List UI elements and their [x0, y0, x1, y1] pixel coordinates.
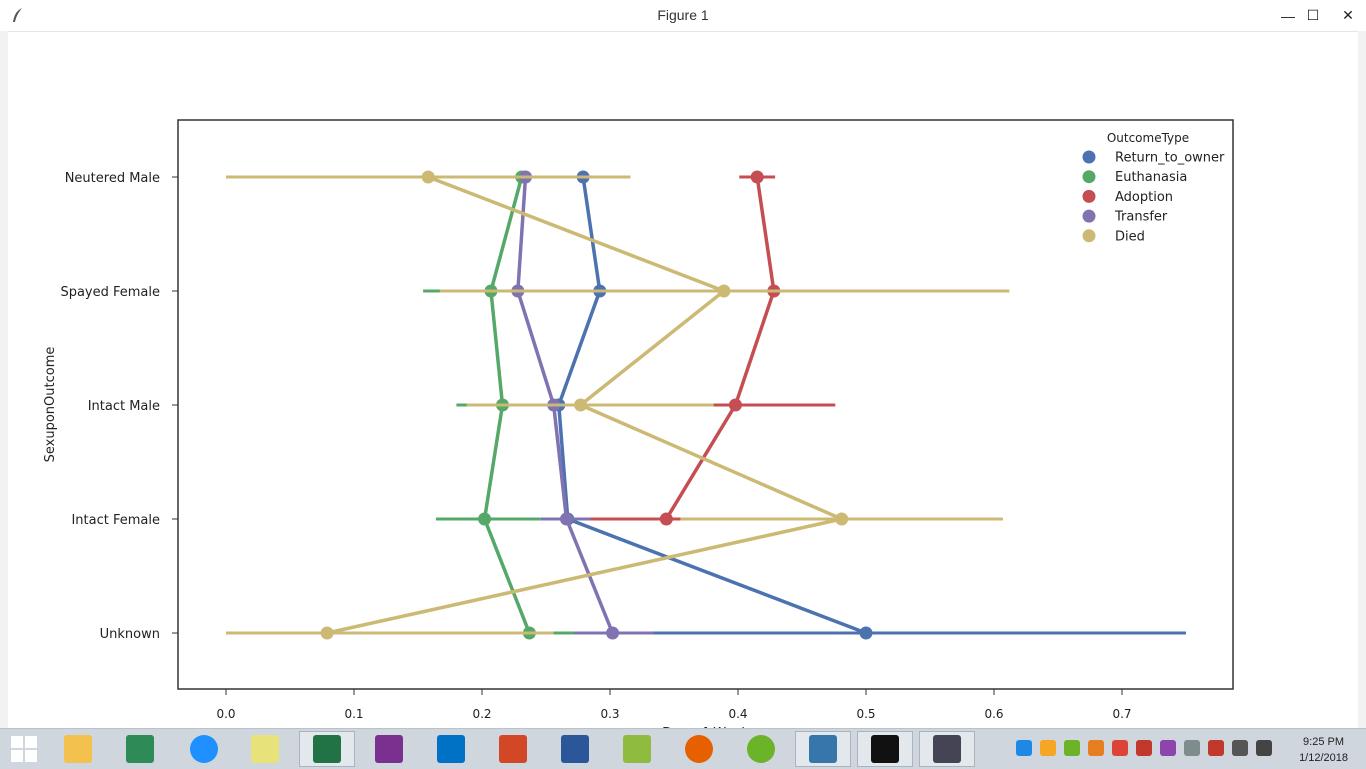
firefox-icon[interactable]: [671, 731, 727, 767]
sticky-notes-icon[interactable]: [237, 731, 293, 767]
x-tick-label: 0.1: [344, 707, 363, 721]
clock[interactable]: 9:25 PM 1/12/2018: [1299, 734, 1348, 766]
clock-date: 1/12/2018: [1299, 752, 1348, 764]
data-point: [728, 398, 742, 412]
word-icon[interactable]: [547, 731, 603, 767]
data-point: [717, 284, 731, 298]
powerpoint-icon[interactable]: [485, 731, 541, 767]
taskbar: 9:25 PM 1/12/2018: [0, 728, 1366, 769]
data-point: [606, 626, 620, 640]
data-point: [574, 398, 588, 412]
app-tray-icon[interactable]: [1088, 740, 1104, 756]
internet-explorer-icon[interactable]: [176, 731, 232, 767]
cmd-icon[interactable]: [857, 731, 913, 767]
legend-marker: [1082, 229, 1096, 243]
data-point: [859, 626, 873, 640]
notepad-plus-icon[interactable]: [609, 731, 665, 767]
start-icon[interactable]: [0, 731, 48, 767]
x-tick-label: 0.0: [216, 707, 235, 721]
figure-feather-icon[interactable]: [919, 731, 975, 767]
x-tick-label: 0.4: [728, 707, 747, 721]
outlook-icon[interactable]: [423, 731, 479, 767]
utorrent-icon[interactable]: [733, 731, 789, 767]
excel-icon[interactable]: [299, 731, 355, 767]
x-tick-label: 0.7: [1112, 707, 1131, 721]
y-axis-label: SexuponOutcome: [43, 347, 58, 463]
y-tick-label: Neutered Male: [65, 171, 160, 186]
legend-entry: Euthanasia: [1115, 170, 1187, 185]
chrome-icon[interactable]: [1112, 740, 1128, 756]
data-point: [750, 170, 764, 184]
legend-marker: [1082, 209, 1096, 223]
store-icon[interactable]: [112, 731, 168, 767]
data-point: [559, 512, 573, 526]
legend-entry: Adoption: [1115, 190, 1173, 205]
data-point: [659, 512, 673, 526]
power-tray-icon[interactable]: [1184, 740, 1200, 756]
x-tick-label: 0.6: [984, 707, 1003, 721]
onenote-icon[interactable]: [361, 731, 417, 767]
data-point: [835, 512, 849, 526]
utorrent-tray-icon[interactable]: [1064, 740, 1080, 756]
legend-marker: [1082, 170, 1096, 184]
x-tick-label: 0.3: [600, 707, 619, 721]
legend-marker: [1082, 189, 1096, 203]
data-point: [421, 170, 435, 184]
notification-icon[interactable]: [1040, 740, 1056, 756]
y-tick-label: Intact Female: [71, 513, 160, 528]
help-icon[interactable]: [1016, 740, 1032, 756]
legend-title: OutcomeType: [1107, 131, 1189, 145]
legend-entry: Died: [1115, 229, 1145, 244]
legend-entry: Transfer: [1114, 210, 1168, 225]
y-tick-label: Spayed Female: [60, 285, 160, 300]
python-icon[interactable]: [795, 731, 851, 767]
y-tick-label: Intact Male: [88, 399, 160, 414]
volume-icon[interactable]: [1256, 740, 1272, 756]
x-tick-label: 0.2: [472, 707, 491, 721]
chart-canvas: 0.0 0.1 0.2 0.3 0.4 0.5 0.6 0.7 Neutered Male Spa…: [43, 119, 1234, 741]
data-point: [478, 512, 492, 526]
clock-time: 9:25 PM: [1303, 736, 1345, 748]
legend-entry: Return_to_owner: [1115, 151, 1225, 166]
adobe-icon[interactable]: [1136, 740, 1152, 756]
flag-icon[interactable]: [1208, 740, 1224, 756]
display-icon[interactable]: [1232, 740, 1248, 756]
data-point: [320, 626, 334, 640]
file-explorer-icon[interactable]: [50, 731, 106, 767]
network-tray-icon[interactable]: [1160, 740, 1176, 756]
x-tick-label: 0.5: [856, 707, 875, 721]
y-tick-label: Unknown: [100, 627, 160, 642]
legend-marker: [1082, 150, 1096, 164]
